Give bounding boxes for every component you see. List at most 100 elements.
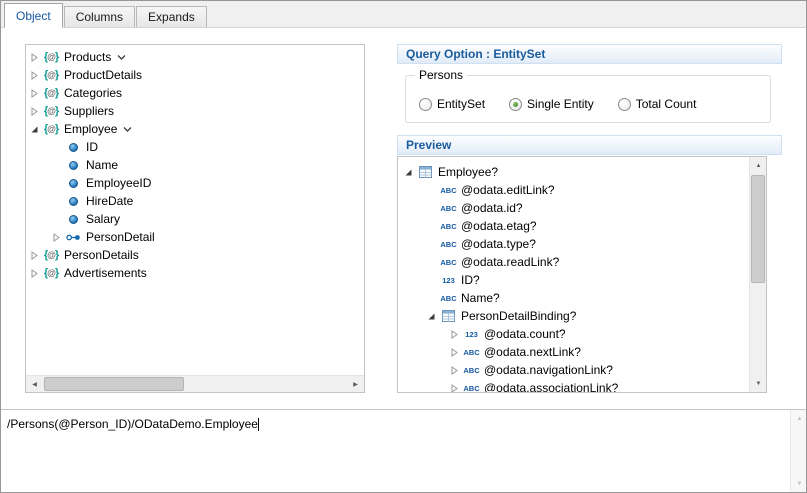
expander-collapsed-icon[interactable] bbox=[30, 251, 43, 260]
tree-item-hiredate[interactable]: HireDate bbox=[26, 192, 364, 210]
tree-item-odata-id[interactable]: ABC @odata.id? bbox=[398, 199, 766, 217]
expander-collapsed-icon[interactable] bbox=[450, 348, 463, 357]
tree-item-label: @odata.id? bbox=[461, 199, 523, 217]
tree-item-advertisements[interactable]: {@}Advertisements bbox=[26, 264, 364, 282]
tree-item-employee[interactable]: Employee? bbox=[398, 163, 766, 181]
text-type-icon: ABC bbox=[440, 222, 457, 231]
tree-item-label: Categories bbox=[64, 84, 122, 102]
tree-item-persondetails[interactable]: {@}PersonDetails bbox=[26, 246, 364, 264]
tree-item-odata-count[interactable]: 123@odata.count? bbox=[398, 325, 766, 343]
tree-item-persondetail[interactable]: PersonDetail bbox=[26, 228, 364, 246]
tree-item-persondetailbinding[interactable]: PersonDetailBinding? bbox=[398, 307, 766, 325]
tab-expands[interactable]: Expands bbox=[136, 6, 207, 27]
text-type-icon: ABC bbox=[440, 204, 457, 213]
tree-item-label: @odata.count? bbox=[484, 325, 566, 343]
expander-collapsed-icon[interactable] bbox=[30, 107, 43, 116]
path-input[interactable]: /Persons(@Person_ID)/ODataDemo.Employee bbox=[1, 409, 806, 492]
radio-button-icon[interactable] bbox=[509, 98, 522, 111]
scrollbar-thumb[interactable] bbox=[751, 175, 765, 283]
tree-item-suppliers[interactable]: {@}Suppliers bbox=[26, 102, 364, 120]
tree-item-odata-type[interactable]: ABC@odata.type? bbox=[398, 235, 766, 253]
tab-bar: ObjectColumnsExpands bbox=[1, 1, 806, 28]
expander-collapsed-icon[interactable] bbox=[450, 330, 463, 339]
text-cursor-icon bbox=[258, 418, 259, 431]
preview-tree: Employee? ABC @odata.editLink? ABC @odata.id… bbox=[398, 157, 766, 393]
tree-item-label: @odata.etag? bbox=[461, 217, 537, 235]
tree-item-odata-etag[interactable]: ABC @odata.etag? bbox=[398, 217, 766, 235]
tree-item-odata-readlink[interactable]: ABC @odata.readLink? bbox=[398, 253, 766, 271]
field-icon bbox=[65, 143, 82, 152]
scroll-up-arrow-icon[interactable] bbox=[791, 410, 807, 427]
horizontal-scrollbar[interactable] bbox=[26, 375, 364, 392]
expander-expanded-icon[interactable] bbox=[30, 125, 43, 134]
scroll-up-arrow-icon[interactable] bbox=[750, 157, 767, 174]
vertical-scrollbar[interactable] bbox=[749, 157, 766, 392]
scroll-down-arrow-icon[interactable] bbox=[750, 375, 767, 392]
navigation-property-icon bbox=[65, 233, 82, 242]
expander-expanded-icon[interactable] bbox=[404, 168, 417, 177]
tree-item-label: PersonDetail bbox=[86, 228, 155, 246]
tree-item-label: ID bbox=[86, 138, 98, 156]
tree-item-label: @odata.nextLink? bbox=[484, 343, 581, 361]
tree-item-label: Advertisements bbox=[64, 264, 147, 282]
scroll-right-arrow-icon[interactable] bbox=[347, 376, 364, 393]
expander-collapsed-icon[interactable] bbox=[52, 233, 65, 242]
tree-item-label: Name bbox=[86, 156, 118, 174]
expander-collapsed-icon[interactable] bbox=[30, 89, 43, 98]
tree-item-employee[interactable]: {@}Employee bbox=[26, 120, 364, 138]
radio-button-icon[interactable] bbox=[618, 98, 631, 111]
text-type-icon: ABC bbox=[463, 366, 480, 375]
tree-item-odata-nextlink[interactable]: ABC @odata.nextLink? bbox=[398, 343, 766, 361]
scrollbar-thumb[interactable] bbox=[44, 377, 184, 391]
expander-collapsed-icon[interactable] bbox=[450, 366, 463, 375]
text-type-icon: ABC bbox=[440, 258, 457, 267]
text-type-icon: ABC bbox=[440, 186, 457, 195]
tree-item-products[interactable]: {@}Products bbox=[26, 48, 364, 66]
scroll-down-arrow-icon[interactable] bbox=[791, 475, 807, 492]
expander-expanded-icon[interactable] bbox=[427, 312, 440, 321]
tree-item-label: ID? bbox=[461, 271, 480, 289]
tree-item-salary[interactable]: Salary bbox=[26, 210, 364, 228]
tree-item-categories[interactable]: {@}Categories bbox=[26, 84, 364, 102]
radio-option-total-count[interactable]: Total Count bbox=[618, 97, 697, 111]
radio-option-single-entity[interactable]: Single Entity bbox=[509, 97, 594, 111]
preview-title: Preview bbox=[406, 138, 451, 152]
radio-button-icon[interactable] bbox=[419, 98, 432, 111]
tree-item-id[interactable]: ID bbox=[26, 138, 364, 156]
tree-item-odata-navigationlink[interactable]: ABC@odata.navigationLink? bbox=[398, 361, 766, 379]
tree-item-odata-associationlink[interactable]: ABC@odata.associationLink? bbox=[398, 379, 766, 393]
tree-item-label: @odata.editLink? bbox=[461, 181, 555, 199]
radio-option-entityset[interactable]: EntitySet bbox=[419, 97, 485, 111]
query-option-title: Query Option : EntitySet bbox=[406, 47, 545, 61]
tree-item-label: @odata.type? bbox=[461, 235, 536, 253]
tree-item-productdetails[interactable]: {@}ProductDetails bbox=[26, 66, 364, 84]
tree-item-name[interactable]: ABCName? bbox=[398, 289, 766, 307]
tree-item-employeeid[interactable]: EmployeeID bbox=[26, 174, 364, 192]
tree-item-label: Name? bbox=[461, 289, 500, 307]
tree-item-name[interactable]: Name bbox=[26, 156, 364, 174]
scroll-left-arrow-icon[interactable] bbox=[26, 376, 43, 393]
entity-icon: {@} bbox=[43, 51, 60, 63]
radio-label: Total Count bbox=[636, 97, 697, 111]
expander-collapsed-icon[interactable] bbox=[450, 384, 463, 393]
field-icon bbox=[65, 161, 82, 170]
field-icon bbox=[65, 215, 82, 224]
tree-item-id[interactable]: 123ID? bbox=[398, 271, 766, 289]
expander-collapsed-icon[interactable] bbox=[30, 53, 43, 62]
persons-groupbox: Persons EntitySetSingle EntityTotal Coun… bbox=[405, 75, 771, 123]
object-tree-panel: {@}Products{@}ProductDetails{@}Categorie… bbox=[25, 44, 365, 393]
tab-columns[interactable]: Columns bbox=[64, 6, 135, 27]
tree-item-label: Employee? bbox=[438, 163, 498, 181]
text-type-icon: ABC bbox=[463, 348, 480, 357]
entity-icon: {@} bbox=[43, 105, 60, 117]
tree-item-label: @odata.readLink? bbox=[461, 253, 559, 271]
expander-collapsed-icon[interactable] bbox=[30, 71, 43, 80]
tab-object[interactable]: Object bbox=[4, 3, 63, 28]
tree-item-odata-editlink[interactable]: ABC @odata.editLink? bbox=[398, 181, 766, 199]
radio-label: Single Entity bbox=[527, 97, 594, 111]
editor-scrollbar[interactable] bbox=[790, 410, 806, 492]
expander-collapsed-icon[interactable] bbox=[30, 269, 43, 278]
dropdown-chevron-icon[interactable] bbox=[116, 54, 127, 61]
table-icon bbox=[440, 310, 457, 322]
dropdown-chevron-icon[interactable] bbox=[122, 126, 133, 133]
